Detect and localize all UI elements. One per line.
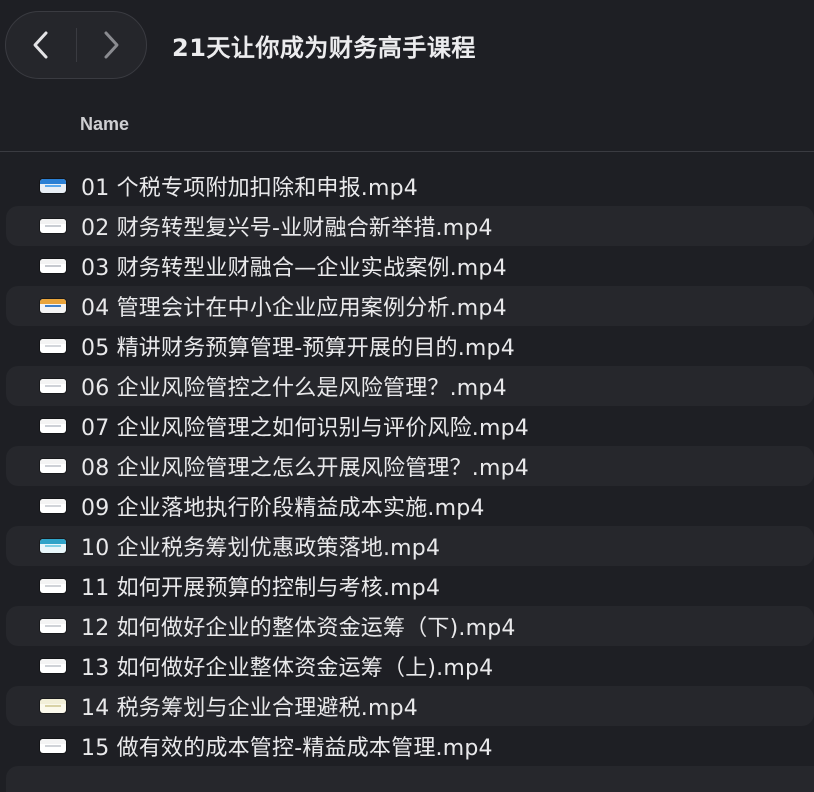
empty-row bbox=[6, 766, 814, 792]
file-list: 01 个税专项附加扣除和申报.mp4 02 财务转型复兴号-业财融合新举措.mp4… bbox=[0, 166, 814, 766]
video-thumbnail-icon bbox=[40, 699, 66, 713]
back-button[interactable] bbox=[6, 12, 76, 78]
navigation-buttons bbox=[5, 11, 147, 79]
file-name: 15 做有效的成本管控-精益成本管理.mp4 bbox=[81, 736, 493, 761]
file-name: 09 企业落地执行阶段精益成本实施.mp4 bbox=[81, 496, 485, 521]
forward-button[interactable] bbox=[77, 12, 147, 78]
column-header-bar: Name bbox=[0, 100, 814, 152]
chevron-right-icon bbox=[104, 31, 119, 59]
file-row[interactable]: 15 做有效的成本管控-精益成本管理.mp4 bbox=[0, 726, 814, 766]
name-column-header[interactable]: Name bbox=[80, 114, 129, 135]
file-name: 02 财务转型复兴号-业财融合新举措.mp4 bbox=[81, 216, 493, 241]
file-row[interactable]: 07 企业风险管理之如何识别与评价风险.mp4 bbox=[0, 406, 814, 446]
file-name: 12 如何做好企业的整体资金运筹（下).mp4 bbox=[81, 616, 516, 641]
window-title: 21天让你成为财务高手课程 bbox=[172, 34, 476, 62]
file-row[interactable]: 03 财务转型业财融合—企业实战案例.mp4 bbox=[0, 246, 814, 286]
file-row[interactable]: 11 如何开展预算的控制与考核.mp4 bbox=[0, 566, 814, 606]
video-thumbnail-icon bbox=[40, 259, 66, 273]
video-thumbnail-icon bbox=[40, 459, 66, 473]
video-thumbnail-icon bbox=[40, 379, 66, 393]
video-thumbnail-icon bbox=[40, 539, 66, 553]
video-thumbnail-icon bbox=[40, 299, 66, 313]
toolbar: 21天让你成为财务高手课程 bbox=[0, 0, 814, 92]
file-name: 01 个税专项附加扣除和申报.mp4 bbox=[81, 176, 418, 201]
video-thumbnail-icon bbox=[40, 579, 66, 593]
video-thumbnail-icon bbox=[40, 419, 66, 433]
file-row[interactable]: 13 如何做好企业整体资金运筹（上).mp4 bbox=[0, 646, 814, 686]
video-thumbnail-icon bbox=[40, 219, 66, 233]
file-name: 07 企业风险管理之如何识别与评价风险.mp4 bbox=[81, 416, 529, 441]
chevron-left-icon bbox=[33, 31, 48, 59]
file-name: 06 企业风险管控之什么是风险管理？.mp4 bbox=[81, 376, 507, 401]
file-row[interactable]: 02 财务转型复兴号-业财融合新举措.mp4 bbox=[6, 206, 814, 246]
file-row[interactable]: 01 个税专项附加扣除和申报.mp4 bbox=[0, 166, 814, 206]
file-name: 04 管理会计在中小企业应用案例分析.mp4 bbox=[81, 296, 507, 321]
file-name: 10 企业税务筹划优惠政策落地.mp4 bbox=[81, 536, 441, 561]
file-name: 13 如何做好企业整体资金运筹（上).mp4 bbox=[81, 656, 494, 681]
file-name: 08 企业风险管理之怎么开展风险管理？.mp4 bbox=[81, 456, 529, 481]
file-row[interactable]: 04 管理会计在中小企业应用案例分析.mp4 bbox=[6, 286, 814, 326]
video-thumbnail-icon bbox=[40, 739, 66, 753]
file-row[interactable]: 14 税务筹划与企业合理避税.mp4 bbox=[6, 686, 814, 726]
video-thumbnail-icon bbox=[40, 619, 66, 633]
video-thumbnail-icon bbox=[40, 499, 66, 513]
video-thumbnail-icon bbox=[40, 339, 66, 353]
file-name: 03 财务转型业财融合—企业实战案例.mp4 bbox=[81, 256, 507, 281]
file-row[interactable]: 08 企业风险管理之怎么开展风险管理？.mp4 bbox=[6, 446, 814, 486]
file-name: 05 精讲财务预算管理-预算开展的目的.mp4 bbox=[81, 336, 515, 361]
video-thumbnail-icon bbox=[40, 659, 66, 673]
file-row[interactable]: 06 企业风险管控之什么是风险管理？.mp4 bbox=[6, 366, 814, 406]
file-name: 14 税务筹划与企业合理避税.mp4 bbox=[81, 696, 418, 721]
file-row[interactable]: 05 精讲财务预算管理-预算开展的目的.mp4 bbox=[0, 326, 814, 366]
file-row[interactable]: 12 如何做好企业的整体资金运筹（下).mp4 bbox=[6, 606, 814, 646]
file-row[interactable]: 10 企业税务筹划优惠政策落地.mp4 bbox=[6, 526, 814, 566]
video-thumbnail-icon bbox=[40, 179, 66, 193]
file-row[interactable]: 09 企业落地执行阶段精益成本实施.mp4 bbox=[0, 486, 814, 526]
file-name: 11 如何开展预算的控制与考核.mp4 bbox=[81, 576, 441, 601]
